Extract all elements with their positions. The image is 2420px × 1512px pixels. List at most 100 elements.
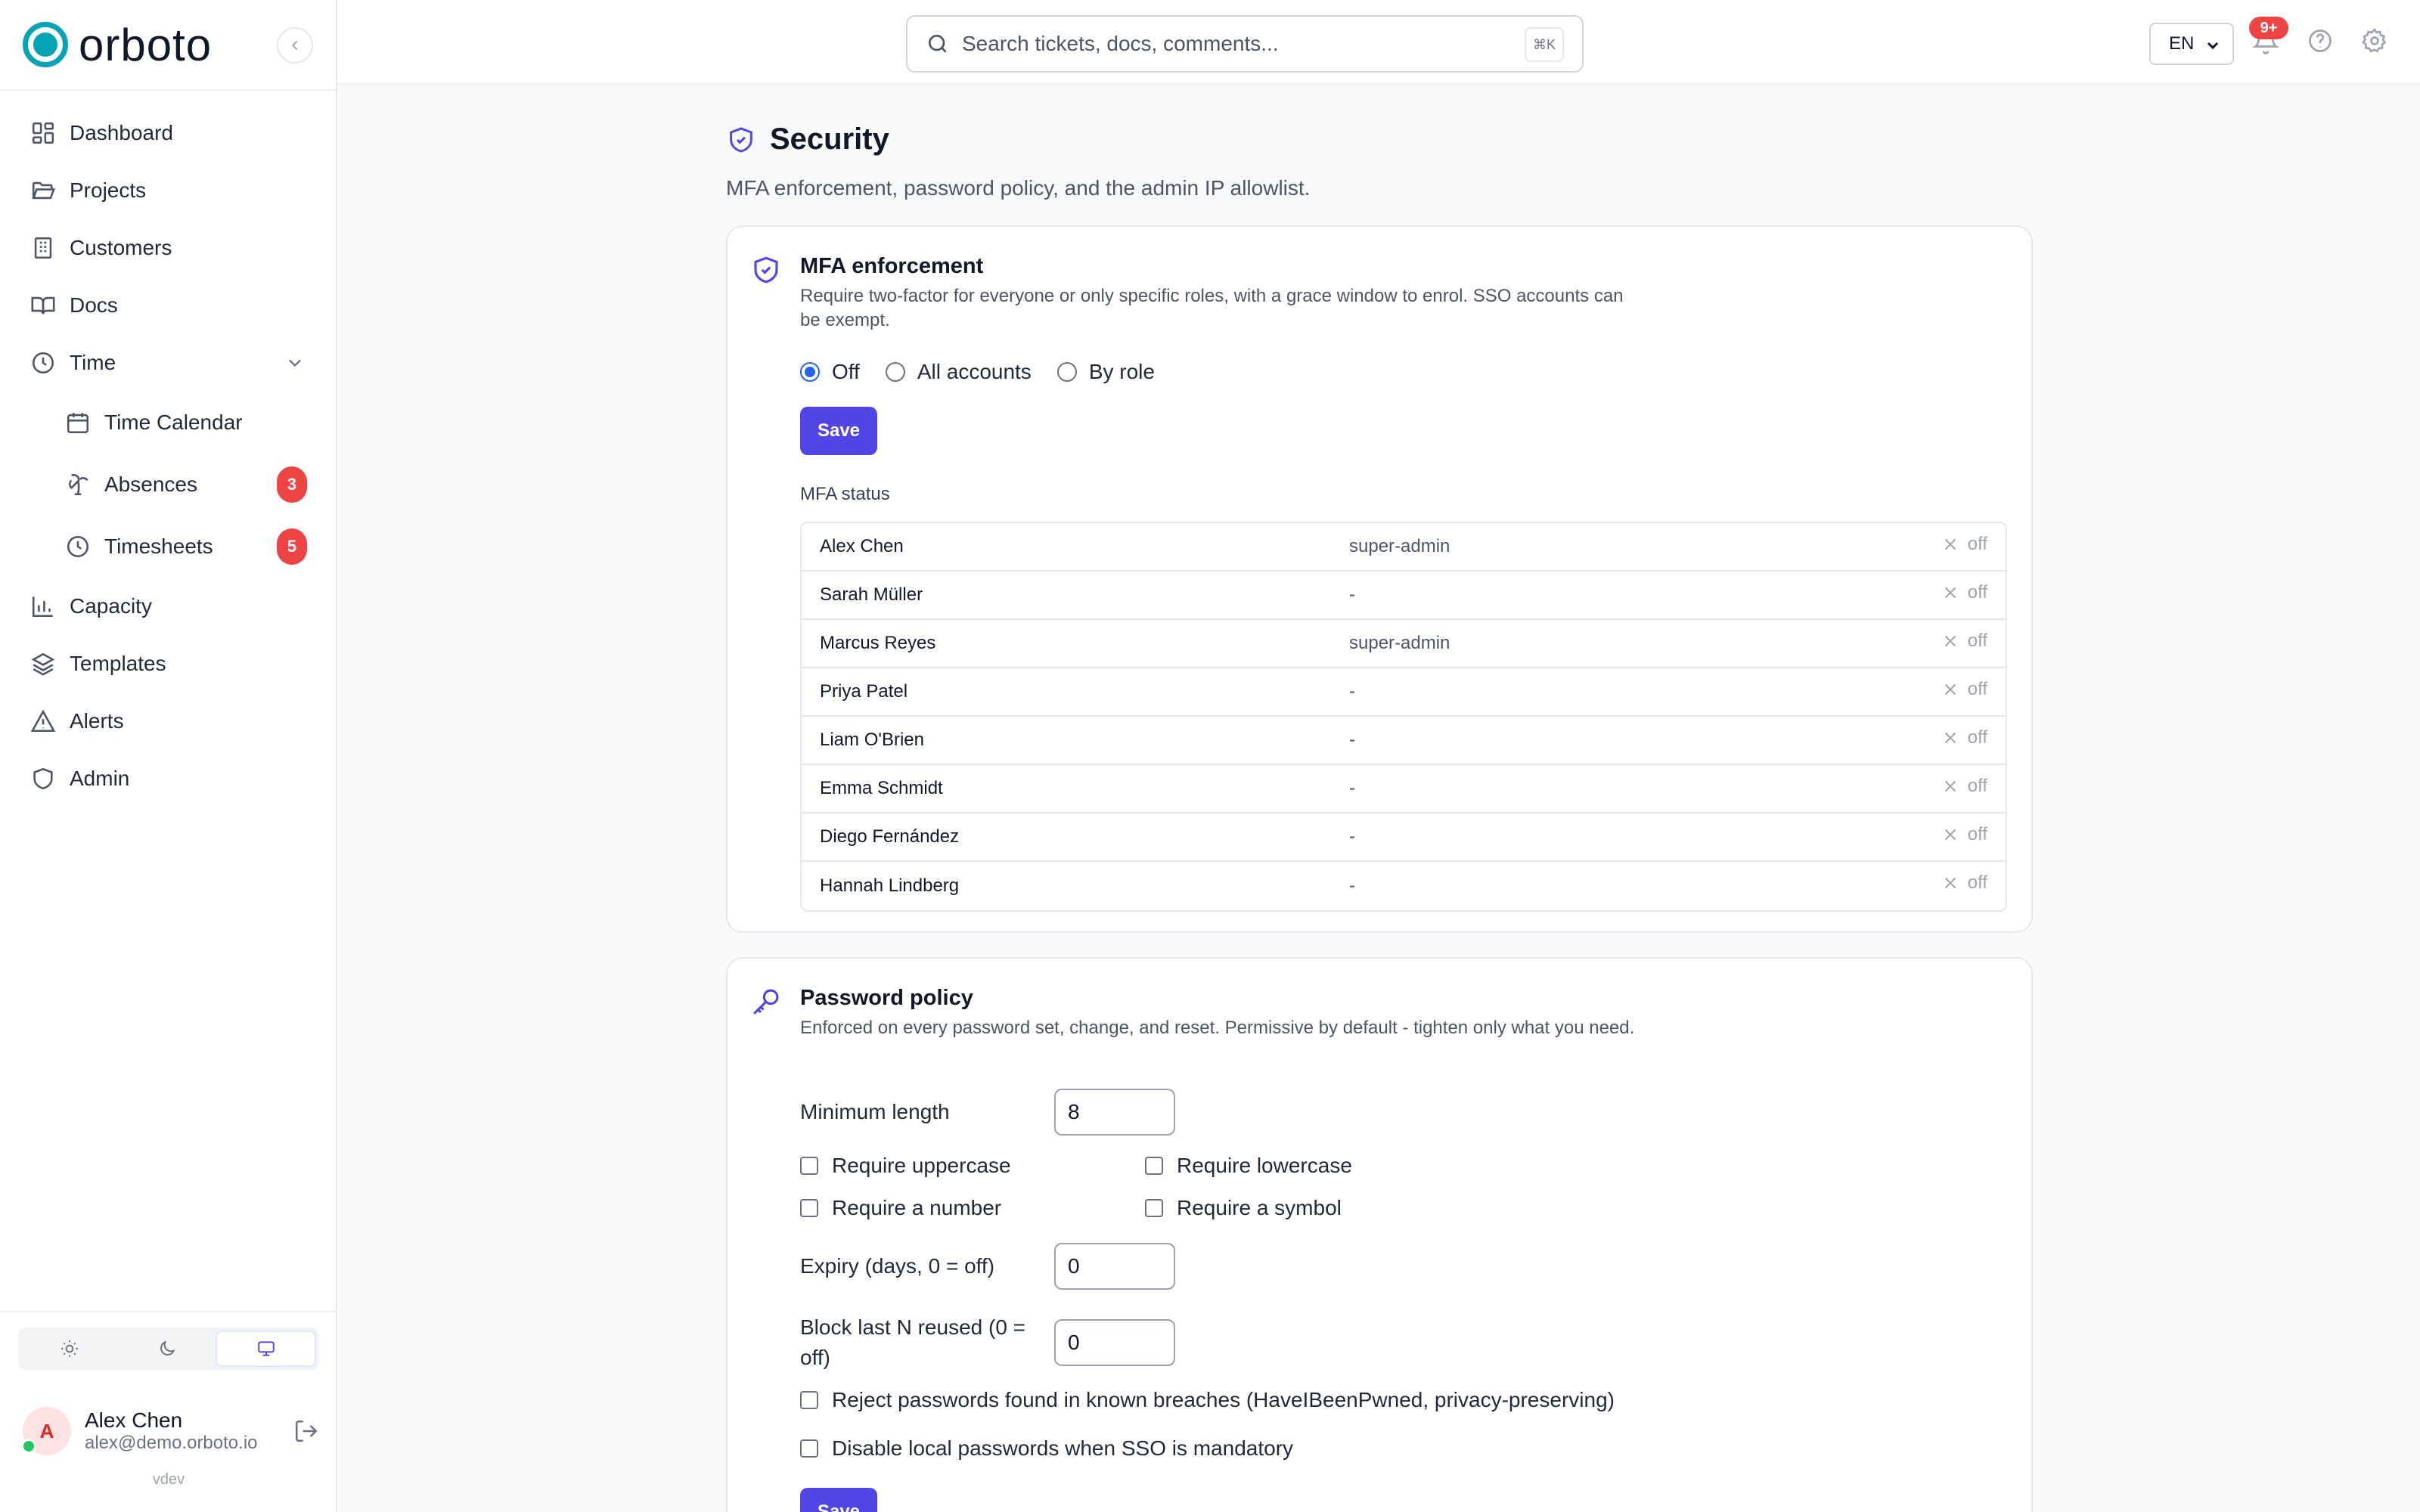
search-box: ⌘K xyxy=(906,15,1584,73)
layers-icon xyxy=(31,652,55,676)
require-lowercase-checkbox[interactable]: Require lowercase xyxy=(1145,1154,1352,1178)
calendar-icon xyxy=(67,413,89,434)
theme-light-button[interactable] xyxy=(21,1331,119,1367)
reject-breached-checkbox[interactable]: Reject passwords found in known breaches… xyxy=(800,1388,1615,1412)
require-uppercase-checkbox[interactable]: Require uppercase xyxy=(800,1154,1011,1178)
building-icon xyxy=(34,237,52,259)
sidebar-item-customers[interactable]: Customers xyxy=(0,219,336,277)
sidebar-item-admin[interactable]: Admin xyxy=(0,750,336,807)
table-row: Priya Patel - off xyxy=(802,668,2006,717)
brand-name: orboto xyxy=(79,19,213,70)
gear-icon[interactable] xyxy=(2361,27,2388,54)
sidebar-item-label: Timesheets xyxy=(104,534,213,558)
mfa-mode-off-radio[interactable]: Off xyxy=(800,360,860,384)
min-length-label: Minimum length xyxy=(800,1100,950,1123)
require-number-checkbox[interactable]: Require a number xyxy=(800,1196,1001,1220)
mfa-status-text: off xyxy=(1967,776,1987,796)
mfa-status-table: Alex Chen super-admin off Sarah Müller -… xyxy=(800,522,2007,912)
palm-tree-icon xyxy=(68,473,88,496)
mfa-user-name: Liam O'Brien xyxy=(820,730,924,750)
theme-system-button[interactable] xyxy=(216,1331,317,1367)
folder-open-icon xyxy=(32,181,56,200)
page-header: Security MFA enforcement, password polic… xyxy=(726,122,1310,200)
expiry-input[interactable] xyxy=(1054,1243,1175,1290)
sidebar: orboto Dashboard Projects Customers Docs… xyxy=(0,0,337,1512)
mfa-user-role: - xyxy=(1349,681,1355,702)
language-value: EN xyxy=(2169,33,2195,54)
notification-count-badge: 9+ xyxy=(2249,17,2288,39)
sidebar-item-label: Time Calendar xyxy=(104,411,243,434)
mfa-user-status: off xyxy=(1942,776,1987,797)
mfa-user-name: Priya Patel xyxy=(820,681,908,702)
bar-chart-icon xyxy=(32,596,53,618)
x-icon xyxy=(1944,683,1956,696)
disable-local-passwords-checkbox[interactable]: Disable local passwords when SSO is mand… xyxy=(800,1436,1293,1461)
min-length-row: Minimum length xyxy=(800,1089,1175,1136)
orboto-logo-icon xyxy=(23,22,68,67)
sidebar-item-time[interactable]: Time xyxy=(0,334,336,392)
mfa-status-text: off xyxy=(1967,679,1987,699)
sidebar-item-projects[interactable]: Projects xyxy=(0,162,336,219)
x-icon xyxy=(1944,877,1956,889)
radio-indicator xyxy=(800,362,820,382)
expiry-label: Expiry (days, 0 = off) xyxy=(800,1254,995,1278)
sidebar-item-timesheets[interactable]: Timesheets 5 xyxy=(0,516,336,578)
require-symbol-checkbox[interactable]: Require a symbol xyxy=(1145,1196,1342,1220)
chevron-down-icon[interactable] xyxy=(284,352,306,373)
x-icon xyxy=(1944,732,1956,744)
mfa-user-status: off xyxy=(1942,824,1987,845)
sidebar-item-docs[interactable]: Docs xyxy=(0,277,336,334)
checkbox-box xyxy=(800,1439,818,1458)
mfa-user-name: Alex Chen xyxy=(820,536,904,556)
page-title: Security xyxy=(770,122,889,156)
language-select[interactable]: EN xyxy=(2149,23,2234,65)
help-circle-icon[interactable] xyxy=(2307,27,2334,54)
checkbox-box xyxy=(1145,1199,1163,1217)
user-name: Alex Chen xyxy=(85,1408,183,1432)
reuse-label: Block last N reused (0 = off) xyxy=(800,1315,1026,1369)
sidebar-item-time-calendar[interactable]: Time Calendar xyxy=(0,392,336,454)
table-row: Sarah Müller - off xyxy=(802,572,2006,620)
avatar[interactable]: A xyxy=(21,1407,71,1455)
mfa-user-role: - xyxy=(1349,730,1355,750)
password-card-description: Enforced on every password set, change, … xyxy=(800,1018,1635,1038)
x-icon xyxy=(1944,780,1956,792)
mfa-card-title: MFA enforcement xyxy=(800,254,984,278)
collapse-sidebar-button[interactable] xyxy=(277,27,313,64)
reuse-row: Block last N reused (0 = off) xyxy=(800,1312,1175,1373)
logout-icon[interactable] xyxy=(293,1418,319,1444)
mfa-status-text: off xyxy=(1967,824,1987,844)
mfa-mode-by-role-radio[interactable]: By role xyxy=(1056,360,1155,384)
mfa-save-button[interactable]: Save xyxy=(800,407,877,455)
checkbox-box xyxy=(1145,1157,1163,1175)
sidebar-item-absences[interactable]: Absences 3 xyxy=(0,454,336,516)
sidebar-item-alerts[interactable]: Alerts xyxy=(0,692,336,750)
mfa-user-status: off xyxy=(1942,534,1987,555)
radio-label: By role xyxy=(1088,360,1155,383)
shield-check-icon xyxy=(730,126,752,153)
mfa-mode-all-accounts-radio[interactable]: All accounts xyxy=(885,360,1032,384)
sun-icon xyxy=(61,1340,79,1357)
theme-dark-button[interactable] xyxy=(119,1331,216,1367)
sidebar-divider xyxy=(0,1311,337,1312)
checkbox-box xyxy=(800,1157,818,1175)
search-input[interactable] xyxy=(962,32,1491,56)
x-icon xyxy=(1944,829,1956,841)
sidebar-item-label: Projects xyxy=(70,178,147,202)
min-length-input[interactable] xyxy=(1054,1089,1175,1136)
sidebar-item-templates[interactable]: Templates xyxy=(0,635,336,692)
online-status-dot xyxy=(21,1439,36,1454)
table-row: Hannah Lindberg - off xyxy=(802,862,2006,910)
mfa-status-text: off xyxy=(1967,631,1987,651)
shield-icon xyxy=(33,767,53,790)
password-save-button[interactable]: Save xyxy=(800,1488,877,1512)
sidebar-item-capacity[interactable]: Capacity xyxy=(0,578,336,635)
reuse-input[interactable] xyxy=(1054,1319,1175,1366)
sidebar-item-dashboard[interactable]: Dashboard xyxy=(0,104,336,162)
password-card-title: Password policy xyxy=(800,986,973,1010)
mfa-user-role: - xyxy=(1349,584,1355,605)
sidebar-item-label: Dashboard xyxy=(70,121,173,144)
table-row: Diego Fernández - off xyxy=(802,813,2006,862)
mfa-user-status: off xyxy=(1942,727,1987,748)
mfa-user-name: Marcus Reyes xyxy=(820,633,936,653)
